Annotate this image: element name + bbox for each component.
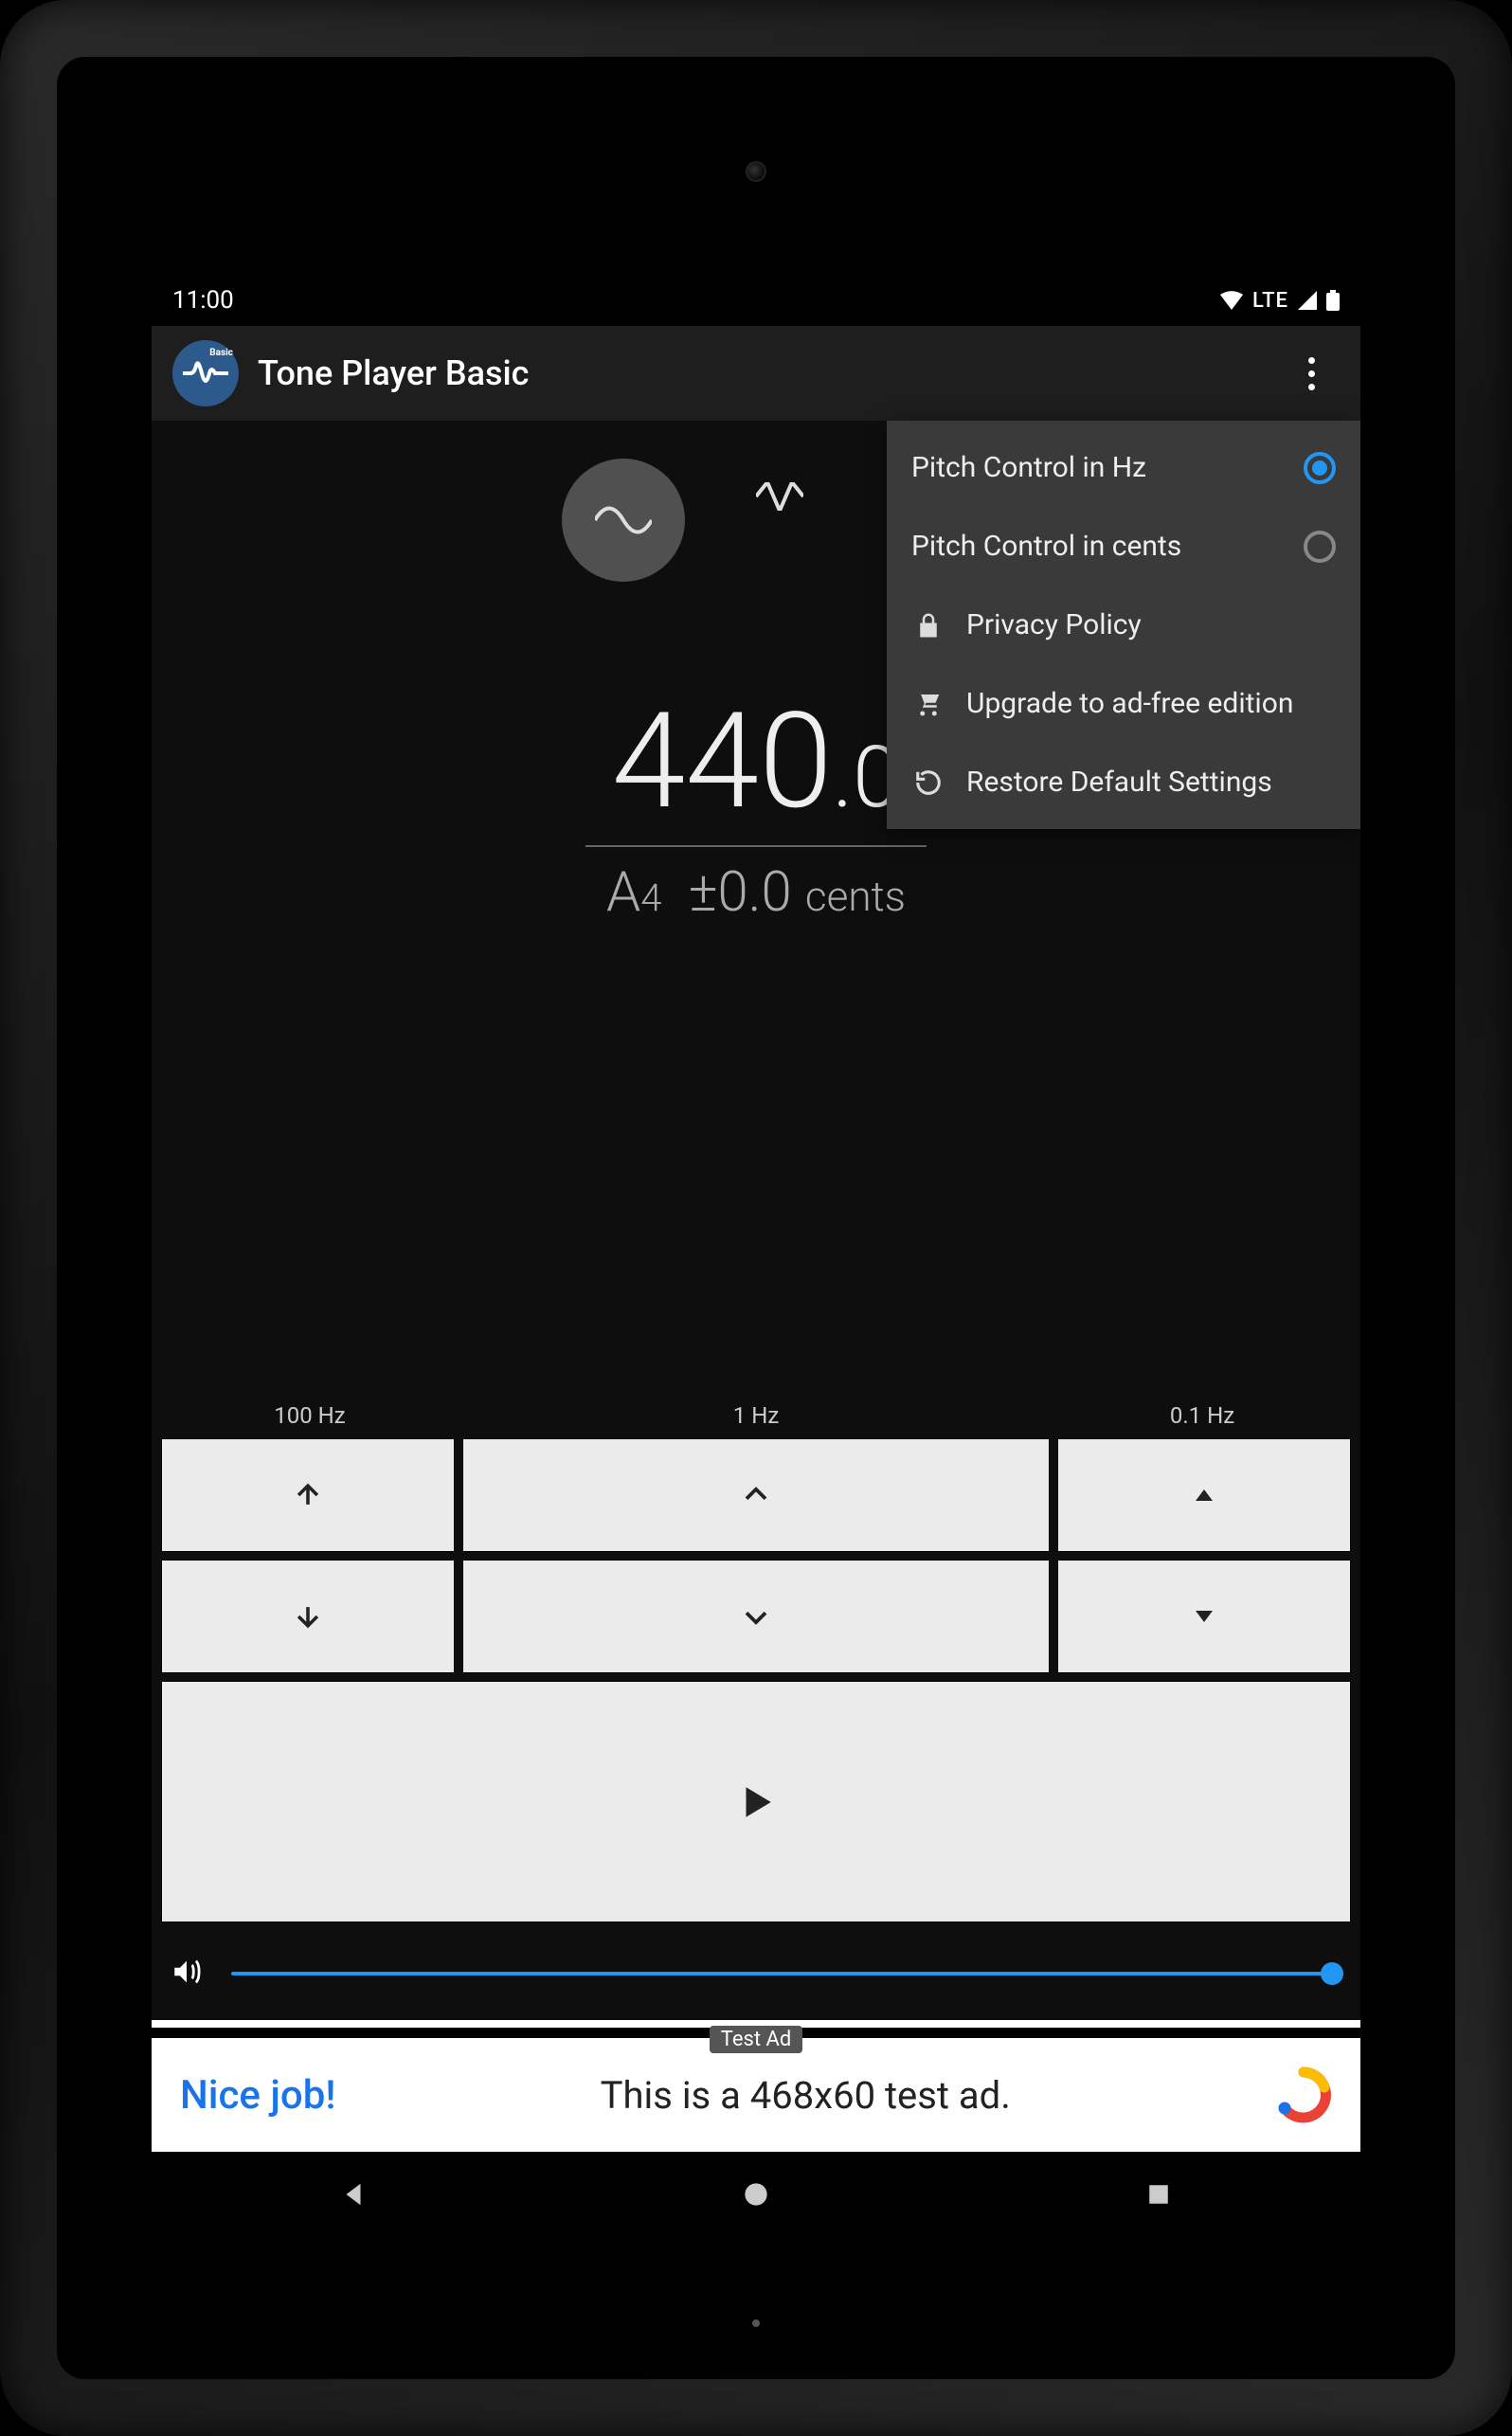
home-indicator [752,2319,760,2327]
overflow-menu: Pitch Control in Hz Pitch Control in cen… [887,421,1360,829]
step-label-100hz: 100 Hz [161,1402,459,1429]
battery-icon [1326,290,1340,311]
status-time: 11:00 [172,286,234,315]
ad-body: This is a 468x60 test ad. [601,2073,1011,2118]
volume-control [152,1922,1360,2020]
screen: 11:00 LTE Basic Tone Player Basic [152,275,1360,2237]
step-down-100hz[interactable] [161,1560,455,1673]
step-down-01hz[interactable] [1057,1560,1351,1673]
radio-off-icon [1304,531,1336,563]
ad-banner[interactable]: Nice job! This is a 468x60 test ad. [152,2038,1360,2152]
step-up-1hz[interactable] [462,1438,1050,1552]
ad-logo-icon [1275,2066,1332,2123]
menu-item-pitch-cents[interactable]: Pitch Control in cents [887,507,1360,586]
cart-icon [911,690,945,718]
frequency-integer: 440 [612,684,833,839]
restore-icon [911,768,945,797]
app-content: 440.0 A4 ±0.0 cents 100 Hz 1 Hz 0.1 Hz [152,421,1360,2152]
note-name: A [606,860,640,925]
cents-value: 0.0 [718,860,792,925]
front-camera [746,161,766,182]
ad-tag: Test Ad [710,2026,803,2053]
app-bar: Basic Tone Player Basic [152,326,1360,421]
app-title: Tone Player Basic [258,353,529,393]
cents-prefix: ± [689,860,718,925]
volume-icon [171,1956,203,1992]
volume-slider[interactable] [231,1972,1341,1976]
volume-thumb[interactable] [1321,1962,1343,1985]
app-icon-badge: Basic [209,348,233,358]
nav-recents-button[interactable] [1102,2166,1215,2223]
step-up-100hz[interactable] [161,1438,455,1552]
step-label-01hz: 0.1 Hz [1053,1402,1351,1429]
waveform-sine[interactable] [562,459,685,582]
cents-label: cents [805,872,906,921]
ad-headline: Nice job! [180,2072,335,2119]
tablet-frame: 11:00 LTE Basic Tone Player Basic [0,0,1512,2436]
overflow-menu-button[interactable] [1283,345,1340,402]
navigation-bar [152,2152,1360,2237]
step-label-1hz: 1 Hz [459,1402,1053,1429]
status-bar: 11:00 LTE [152,275,1360,326]
app-icon: Basic [172,340,239,406]
menu-item-privacy[interactable]: Privacy Policy [887,586,1360,664]
radio-on-icon [1304,452,1336,484]
menu-item-upgrade[interactable]: Upgrade to ad-free edition [887,664,1360,743]
play-button[interactable] [161,1681,1351,1922]
step-down-1hz[interactable] [462,1560,1050,1673]
step-labels: 100 Hz 1 Hz 0.1 Hz [161,1402,1351,1429]
menu-item-restore[interactable]: Restore Default Settings [887,743,1360,821]
menu-item-pitch-hz[interactable]: Pitch Control in Hz [887,428,1360,507]
nav-home-button[interactable] [699,2166,813,2223]
status-network: LTE [1252,289,1288,313]
nav-back-button[interactable] [297,2166,410,2223]
wifi-icon [1220,291,1243,310]
lock-icon [911,611,945,640]
signal-icon [1298,291,1317,310]
note-octave: 4 [640,875,661,920]
step-up-01hz[interactable] [1057,1438,1351,1552]
waveform-triangle[interactable] [742,459,818,534]
